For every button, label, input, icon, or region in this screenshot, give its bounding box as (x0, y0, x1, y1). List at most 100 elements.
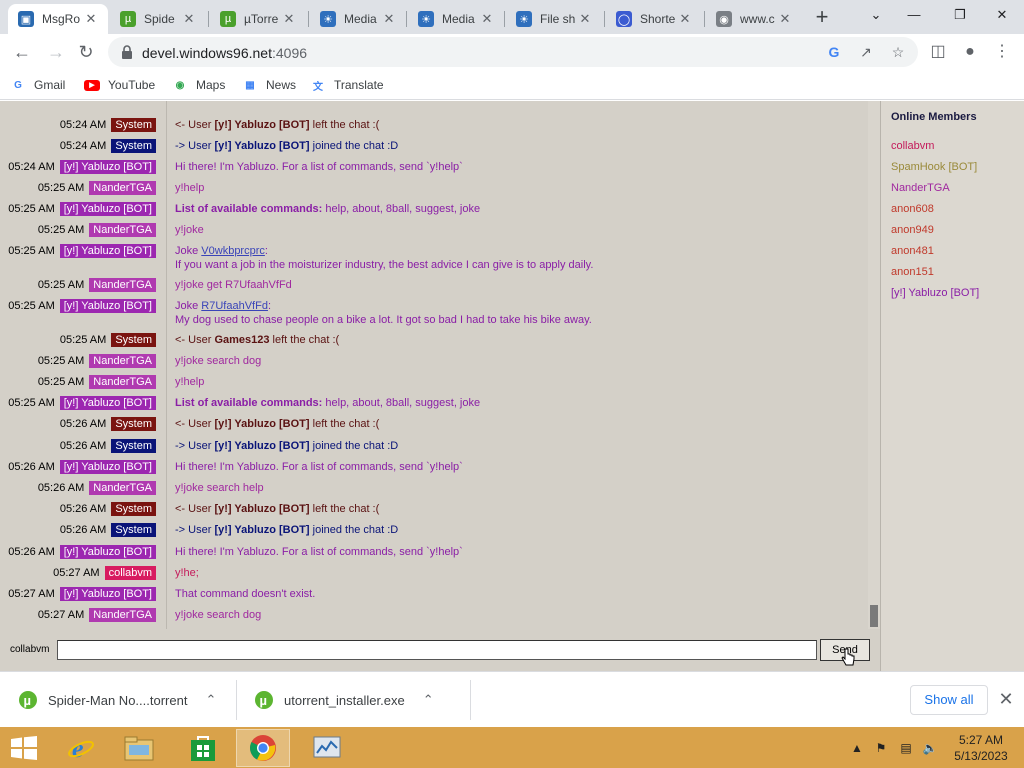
online-member[interactable]: NanderTGA (891, 182, 950, 194)
message-username-badge[interactable]: [y!] Yabluzo [BOT] (59, 202, 156, 216)
message-username-badge[interactable]: System (111, 417, 156, 431)
close-tab-icon[interactable]: ✕ (180, 11, 198, 27)
browser-tab[interactable]: ▣ MsgRo ✕ (8, 4, 108, 34)
taskbar-ie-icon[interactable]: e (54, 729, 108, 767)
online-member[interactable]: anon949 (891, 224, 934, 236)
close-download-bar-icon[interactable]: ✕ (996, 688, 1016, 710)
chat-log[interactable]: System 05:24 AM <- User [y!] Yabluzo [BOT]… (0, 101, 870, 629)
chat-scrollbar[interactable] (868, 101, 880, 629)
bookmark-label: Maps (196, 78, 226, 92)
message-username-badge[interactable]: System (111, 439, 156, 453)
message-username-badge[interactable]: [y!] Yabluzo [BOT] (59, 460, 156, 474)
google-lens-icon[interactable]: G (825, 43, 843, 61)
globe-icon: ◉ (716, 11, 732, 27)
chevron-up-icon[interactable]: ⌃ (423, 692, 434, 708)
close-tab-icon[interactable]: ✕ (478, 11, 496, 27)
browser-tab[interactable]: ◉ www.c ✕ (706, 4, 802, 34)
close-tab-icon[interactable]: ✕ (576, 11, 594, 27)
browser-tab[interactable]: ☀ Media ✕ (408, 4, 504, 34)
message-timestamp: 05:26 AM (37, 482, 85, 494)
online-member[interactable]: SpamHook [BOT] (891, 161, 977, 173)
message-timestamp: 05:27 AM (8, 588, 55, 600)
message-username-badge[interactable]: [y!] Yabluzo [BOT] (59, 545, 156, 559)
message-timestamp: 05:26 AM (59, 418, 107, 430)
message-username-badge[interactable]: collabvm (104, 566, 156, 580)
side-panel-icon[interactable]: ◫ (924, 38, 952, 66)
taskbar-clock[interactable]: 5:27 AM 5/13/2023 (948, 732, 1014, 764)
message-username-badge[interactable]: NanderTGA (89, 354, 156, 368)
taskbar-monitor-icon[interactable] (300, 729, 354, 767)
minimize-icon[interactable]: — (891, 4, 937, 28)
message-timestamp: 05:27 AM (53, 567, 100, 579)
menu-icon[interactable]: ⋮ (988, 38, 1016, 66)
message-text: That command doesn't exist. (175, 588, 316, 600)
browser-tab[interactable]: ☀ Media ✕ (310, 4, 406, 34)
message-username-badge[interactable]: NanderTGA (89, 608, 156, 622)
url-host: devel.windows96.net (142, 45, 272, 61)
joke-id-link[interactable]: V0wkbprcprc (201, 245, 265, 257)
online-member[interactable]: collabvm (891, 140, 934, 152)
close-tab-icon[interactable]: ✕ (82, 11, 100, 27)
taskbar-explorer-icon[interactable] (112, 729, 166, 767)
browser-tab[interactable]: µ µTorre ✕ (210, 4, 306, 34)
browser-tab[interactable]: µ Spide ✕ (110, 4, 206, 34)
message-input[interactable] (57, 640, 817, 660)
message-username-badge[interactable]: [y!] Yabluzo [BOT] (59, 160, 156, 174)
volume-muted-icon[interactable]: 🔈 (920, 739, 940, 757)
message-username-badge[interactable]: System (111, 523, 156, 537)
bookmark-gmail[interactable]: G Gmail (10, 76, 65, 94)
network-icon[interactable]: ▤ (896, 739, 916, 757)
reload-icon[interactable]: ↻ (72, 38, 100, 66)
show-all-downloads-button[interactable]: Show all (910, 685, 988, 715)
close-window-icon[interactable]: ✕ (979, 4, 1024, 28)
address-bar[interactable]: devel.windows96.net:4096 G ↗ ☆ (108, 37, 918, 67)
message-username-badge[interactable]: System (111, 333, 156, 347)
message-username-badge[interactable]: System (111, 502, 156, 516)
bold-text: [y!] Yabluzo [BOT] (214, 503, 310, 515)
chevron-up-icon[interactable]: ⌃ (205, 692, 216, 708)
profile-icon[interactable]: ● (956, 38, 984, 66)
online-member[interactable]: anon151 (891, 266, 934, 278)
browser-tab[interactable]: ☀ File sh ✕ (506, 4, 602, 34)
message-username-badge[interactable]: [y!] Yabluzo [BOT] (59, 299, 156, 313)
back-icon[interactable]: ← (8, 38, 36, 66)
tab-separator (406, 11, 407, 27)
tab-title: MsgRo (42, 12, 81, 26)
message-username-badge[interactable]: NanderTGA (89, 278, 156, 292)
message-username-badge[interactable]: NanderTGA (89, 481, 156, 495)
share-icon[interactable]: ↗ (857, 43, 875, 61)
message-username-badge[interactable]: [y!] Yabluzo [BOT] (59, 587, 156, 601)
windows-start-icon[interactable] (10, 736, 38, 760)
action-center-flag-icon[interactable]: ⚑ (872, 739, 890, 757)
close-tab-icon[interactable]: ✕ (776, 11, 794, 27)
close-tab-icon[interactable]: ✕ (280, 11, 298, 27)
message-username-badge[interactable]: [y!] Yabluzo [BOT] (59, 396, 156, 410)
taskbar-store-icon[interactable] (176, 729, 230, 767)
download-item[interactable]: µ utorrent_installer.exe ⌃ (236, 672, 434, 728)
new-tab-button[interactable]: + (808, 4, 836, 32)
message-username-badge[interactable]: NanderTGA (89, 181, 156, 195)
close-tab-icon[interactable]: ✕ (676, 11, 694, 27)
joke-id-link[interactable]: R7UfaahVfFd (201, 300, 268, 312)
show-hidden-icons-icon[interactable]: ▲ (850, 739, 864, 757)
message-username-badge[interactable]: NanderTGA (89, 223, 156, 237)
online-member[interactable]: [y!] Yabluzo [BOT] (891, 287, 979, 299)
bold-text: [y!] Yabluzo [BOT] (214, 418, 310, 430)
bookmark-maps[interactable]: ◉ Maps (172, 76, 226, 94)
message-username-badge[interactable]: [y!] Yabluzo [BOT] (59, 244, 156, 258)
taskbar-chrome-icon[interactable] (236, 729, 290, 767)
message-username-badge[interactable]: System (111, 118, 156, 132)
bookmark-star-icon[interactable]: ☆ (889, 43, 907, 61)
online-member[interactable]: anon481 (891, 245, 934, 257)
browser-tab[interactable]: ◯ Shorte ✕ (606, 4, 702, 34)
maximize-icon[interactable]: ❐ (937, 4, 983, 28)
message-username-badge[interactable]: System (111, 139, 156, 153)
online-member[interactable]: anon608 (891, 203, 934, 215)
close-tab-icon[interactable]: ✕ (380, 11, 398, 27)
scrollbar-thumb[interactable] (870, 605, 878, 627)
bookmark-translate[interactable]: 文 Translate (310, 76, 384, 94)
bookmark-youtube[interactable]: ▶ YouTube (84, 76, 155, 94)
download-item[interactable]: µ Spider-Man No....torrent ⌃ (0, 672, 216, 728)
bookmark-news[interactable]: ▦ News (242, 76, 296, 94)
message-username-badge[interactable]: NanderTGA (89, 375, 156, 389)
